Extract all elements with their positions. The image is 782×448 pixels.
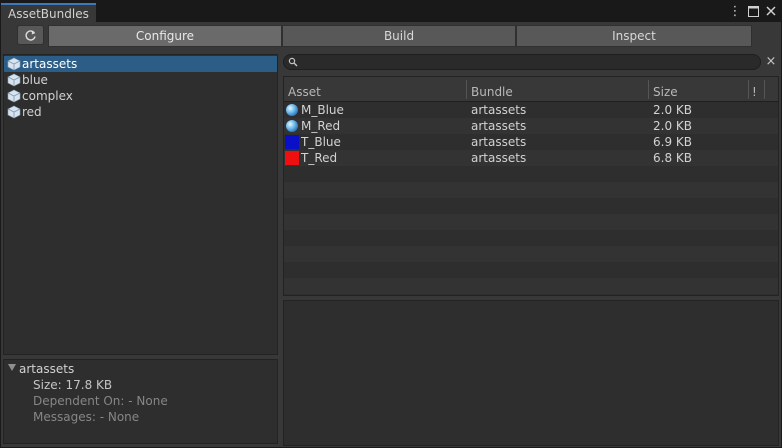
bundle-cell: artassets	[471, 103, 527, 117]
details-dependent-on: Dependent On: - None	[33, 394, 168, 408]
refresh-button[interactable]	[17, 25, 44, 45]
window-tab[interactable]: AssetBundles	[1, 3, 96, 22]
bundle-icon	[7, 105, 21, 119]
asset-detail-panel	[283, 300, 779, 446]
bundle-item-red[interactable]: red	[4, 104, 277, 120]
table-header: Asset Bundle Size !	[284, 77, 778, 102]
empty-row	[284, 230, 778, 246]
bundle-label: blue	[22, 73, 48, 87]
asset-table: Asset Bundle Size ! M_Blue artassets 2.0…	[283, 76, 779, 296]
bundle-cell: artassets	[471, 135, 527, 149]
size-cell: 6.8 KB	[653, 151, 692, 165]
table-row[interactable]: T_Red artassets 6.8 KB	[284, 150, 778, 166]
empty-row	[284, 278, 778, 294]
material-sphere-icon	[286, 120, 298, 132]
empty-row	[284, 198, 778, 214]
maximize-icon[interactable]	[746, 4, 760, 18]
search-field[interactable]	[283, 54, 761, 70]
bundle-icon	[7, 57, 21, 71]
tab-inspect[interactable]: Inspect	[516, 25, 752, 47]
bundle-item-artassets[interactable]: artassets	[4, 56, 277, 72]
bundle-list: artassets blue complex red	[3, 54, 278, 355]
asset-name: T_Blue	[301, 135, 341, 149]
empty-row	[284, 166, 778, 182]
table-row[interactable]: T_Blue artassets 6.9 KB	[284, 134, 778, 150]
column-separator[interactable]	[764, 80, 765, 99]
bundle-icon	[7, 73, 21, 87]
title-bar: AssetBundles ⋮	[0, 0, 782, 22]
search-icon	[288, 57, 298, 67]
bundle-label: complex	[22, 89, 73, 103]
asset-name: M_Blue	[301, 103, 344, 117]
bundle-item-blue[interactable]: blue	[4, 72, 277, 88]
texture-icon	[285, 135, 299, 149]
bundle-icon	[7, 89, 21, 103]
texture-icon	[285, 151, 299, 165]
window-controls: ⋮	[728, 3, 778, 19]
table-row[interactable]: M_Red artassets 2.0 KB	[284, 118, 778, 134]
bundle-cell: artassets	[471, 151, 527, 165]
size-cell: 6.9 KB	[653, 135, 692, 149]
details-size: Size: 17.8 KB	[33, 378, 113, 392]
empty-row	[284, 182, 778, 198]
bundle-cell: artassets	[471, 119, 527, 133]
empty-row	[284, 246, 778, 262]
more-options-icon[interactable]: ⋮	[728, 4, 742, 19]
column-header-bundle[interactable]: Bundle	[471, 84, 513, 100]
foldout-arrow-icon[interactable]	[8, 364, 16, 371]
tab-build[interactable]: Build	[282, 25, 516, 47]
column-separator[interactable]	[648, 80, 649, 99]
details-bundle-name: artassets	[19, 362, 75, 376]
asset-name: M_Red	[301, 119, 341, 133]
close-icon[interactable]	[764, 4, 778, 18]
search-input[interactable]	[300, 56, 740, 68]
table-row[interactable]: M_Blue artassets 2.0 KB	[284, 102, 778, 118]
bundle-label: red	[22, 105, 42, 119]
column-header-size[interactable]: Size	[653, 84, 678, 100]
column-separator[interactable]	[748, 80, 749, 99]
column-header-flag[interactable]: !	[752, 84, 757, 100]
empty-row	[284, 214, 778, 230]
details-foldout[interactable]: artassets	[4, 361, 277, 377]
size-cell: 2.0 KB	[653, 103, 692, 117]
column-header-asset[interactable]: Asset	[288, 84, 321, 100]
details-messages: Messages: - None	[33, 410, 140, 424]
tab-configure[interactable]: Configure	[48, 25, 282, 47]
bundle-item-complex[interactable]: complex	[4, 88, 277, 104]
size-cell: 2.0 KB	[653, 119, 692, 133]
refresh-icon	[25, 29, 36, 41]
asset-name: T_Red	[301, 151, 338, 165]
asset-bundles-window: Configure Build Inspect artassets blue c…	[0, 22, 782, 448]
material-sphere-icon	[286, 104, 298, 116]
search-clear-icon[interactable]: ×	[765, 54, 777, 70]
empty-row	[284, 262, 778, 278]
bundle-label: artassets	[22, 57, 78, 71]
column-separator[interactable]	[466, 80, 467, 99]
bundle-details-panel: artassets Size: 17.8 KB Dependent On: - …	[3, 359, 278, 444]
